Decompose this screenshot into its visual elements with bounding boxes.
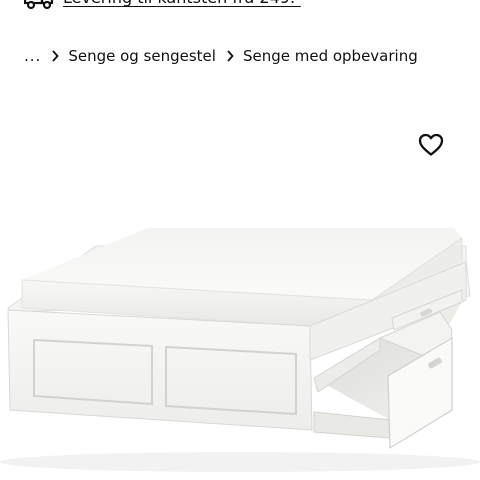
favorite-button[interactable] [414, 128, 448, 162]
heart-icon [418, 133, 444, 156]
product-image[interactable] [0, 200, 480, 480]
delivery-link[interactable]: Levering til kantsten fra 249.- [63, 0, 301, 8]
breadcrumb-ellipsis[interactable]: ... [24, 47, 41, 65]
delivery-banner: Levering til kantsten fra 249.- [0, 0, 480, 12]
chevron-right-icon [227, 50, 234, 62]
breadcrumb-item-senge-med-opbevaring[interactable]: Senge med opbevaring [243, 47, 418, 65]
breadcrumb: ... Senge og sengestel Senge med opbevar… [24, 44, 428, 68]
truck-icon [24, 0, 54, 10]
breadcrumb-item-senge-og-sengestel[interactable]: Senge og sengestel [68, 47, 216, 65]
chevron-right-icon [52, 50, 60, 62]
